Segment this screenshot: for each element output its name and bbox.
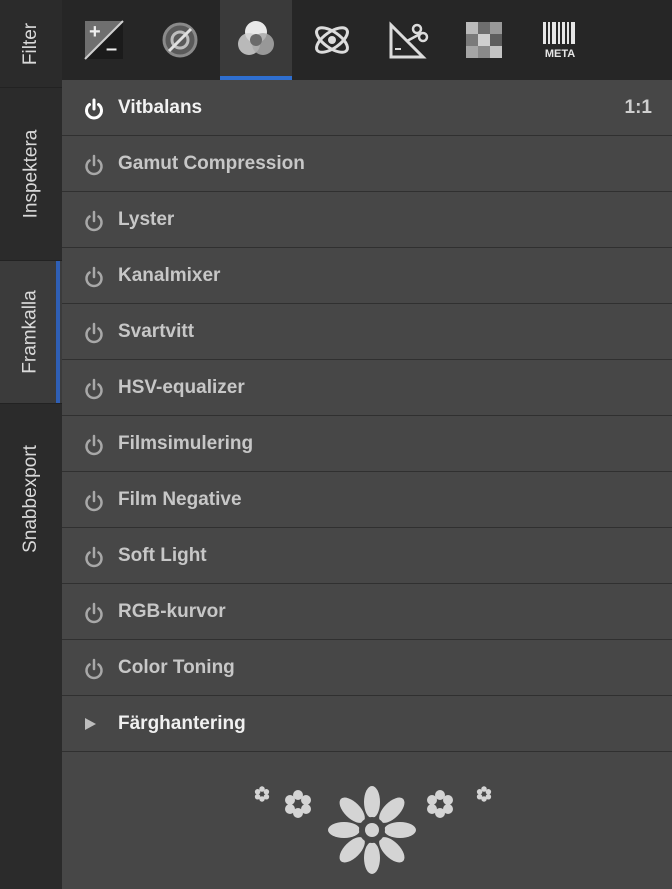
expand-triangle-icon[interactable] <box>85 718 96 730</box>
advanced-tab-button[interactable] <box>296 0 368 80</box>
detail-icon <box>162 22 198 58</box>
metadata-icon: META <box>543 22 575 60</box>
tool-row-channel-mixer[interactable]: Kanalmixer <box>62 248 672 304</box>
zoom-one-to-one-button[interactable]: 1:1 <box>625 97 652 119</box>
tool-row-white-balance[interactable]: Vitbalans 1:1 <box>62 80 672 136</box>
power-icon[interactable] <box>83 490 105 512</box>
tool-label: Filmsimulering <box>118 432 254 454</box>
exposure-icon: + – <box>84 20 124 60</box>
tool-label: Kanalmixer <box>118 264 221 286</box>
transform-tab-button[interactable] <box>372 0 444 80</box>
tool-label: HSV-equalizer <box>118 376 245 398</box>
power-icon[interactable] <box>83 378 105 400</box>
tool-row-color-toning[interactable]: Color Toning <box>62 640 672 696</box>
tool-label: Lyster <box>118 208 175 230</box>
advanced-icon <box>315 26 349 54</box>
detail-tab-button[interactable] <box>144 0 216 80</box>
tool-label: Gamut Compression <box>118 152 305 174</box>
power-icon[interactable] <box>83 658 105 680</box>
tab-inspect[interactable]: Inspektera <box>0 88 62 261</box>
metadata-icon-label: META <box>545 48 575 60</box>
tool-row-soft-light[interactable]: Soft Light <box>62 528 672 584</box>
tab-filter-label: Filter <box>19 22 41 65</box>
color-tab-button[interactable] <box>220 0 292 80</box>
tool-row-gamut-compression[interactable]: Gamut Compression <box>62 136 672 192</box>
tool-label: RGB-kurvor <box>118 600 226 622</box>
tab-develop[interactable]: Framkalla <box>0 261 62 404</box>
tool-list: Vitbalans 1:1 Gamut Compression Lyster K… <box>62 80 672 752</box>
power-icon[interactable] <box>83 266 105 288</box>
tool-row-black-white[interactable]: Svartvitt <box>62 304 672 360</box>
tab-quick-export-label: Snabbexport <box>20 445 41 553</box>
power-icon[interactable] <box>83 154 105 176</box>
tab-develop-label: Framkalla <box>20 290 41 374</box>
tab-inspect-label: Inspektera <box>20 129 42 219</box>
color-icon <box>238 21 274 55</box>
tool-label: Färghantering <box>118 712 246 734</box>
power-icon[interactable] <box>83 546 105 568</box>
tool-row-color-management[interactable]: Färghantering <box>62 696 672 752</box>
tool-label: Vitbalans <box>118 96 203 118</box>
floral-ornament-icon <box>254 786 492 874</box>
tool-row-film-simulation[interactable]: Filmsimulering <box>62 416 672 472</box>
tab-filter[interactable]: Filter <box>0 0 62 88</box>
svg-text:–: – <box>106 38 117 60</box>
tool-row-lyster[interactable]: Lyster <box>62 192 672 248</box>
tool-label: Film Negative <box>118 488 242 510</box>
raw-icon <box>466 22 502 58</box>
exposure-tab-button[interactable]: + – <box>68 0 140 80</box>
tool-label: Svartvitt <box>118 320 195 342</box>
svg-text:+: + <box>89 21 101 43</box>
tool-label: Soft Light <box>118 544 207 566</box>
tool-row-film-negative[interactable]: Film Negative <box>62 472 672 528</box>
tab-quick-export[interactable]: Snabbexport <box>0 404 62 594</box>
tool-row-hsv-equalizer[interactable]: HSV-equalizer <box>62 360 672 416</box>
tool-label: Color Toning <box>118 656 235 678</box>
side-tab-strip: Filter Inspektera Framkalla Snabbexport <box>0 0 62 889</box>
metadata-tab-button[interactable]: META <box>524 0 596 80</box>
tool-row-rgb-curves[interactable]: RGB-kurvor <box>62 584 672 640</box>
transform-icon <box>389 21 429 59</box>
power-icon[interactable] <box>83 322 105 344</box>
raw-tab-button[interactable] <box>448 0 520 80</box>
power-icon[interactable] <box>83 98 105 120</box>
power-icon[interactable] <box>83 602 105 624</box>
power-icon[interactable] <box>83 434 105 456</box>
tool-category-toolbar: + – META <box>62 0 672 80</box>
power-icon[interactable] <box>83 210 105 232</box>
